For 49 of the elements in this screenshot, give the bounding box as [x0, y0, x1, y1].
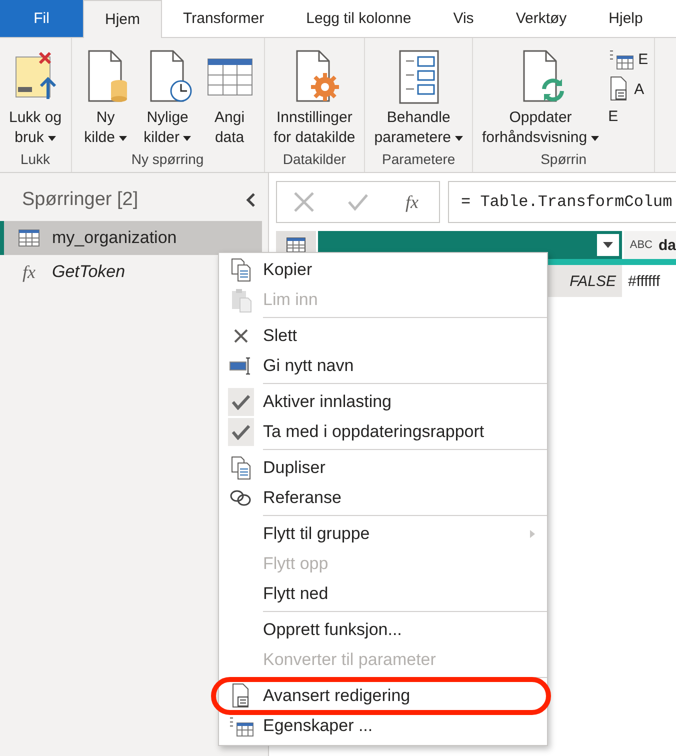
paste-icon [230, 287, 252, 313]
menu-item[interactable]: Slett [219, 321, 547, 351]
table-cell-text: #ffffff [627, 272, 661, 292]
ribbon-small-button[interactable]: E [608, 48, 648, 70]
menu-item[interactable]: Flytt til gruppe [219, 519, 547, 549]
ribbon-small-button[interactable]: A [608, 76, 648, 102]
ribbon-small-button[interactable]: E [608, 108, 648, 125]
file-tab[interactable]: Fil [0, 0, 83, 37]
group-label: Lukk [19, 150, 52, 169]
ribbon-tab[interactable]: Hjem [83, 0, 162, 38]
copy-icon [230, 456, 252, 480]
ribbon-button[interactable]: Ny kilde [78, 42, 134, 148]
ribbon-button[interactable]: Nylige kilder [140, 42, 196, 148]
menu-item[interactable]: Flytt ned [219, 579, 547, 609]
link-icon [229, 488, 253, 508]
menu-item[interactable]: Opprett funksjon... [219, 615, 547, 645]
copy-icon [230, 258, 252, 282]
filter-dropdown[interactable] [596, 234, 619, 256]
rename-icon [229, 357, 253, 375]
group-label: Datakilder [282, 150, 347, 169]
function-icon: fx [18, 262, 40, 282]
menu-item[interactable]: Gi nytt navn [219, 351, 547, 381]
group-label: Parametere [381, 150, 456, 169]
table-icon[interactable] [286, 237, 306, 253]
menu-item[interactable]: Dupliser [219, 453, 547, 483]
delete-icon [233, 328, 249, 344]
ribbon-button[interactable]: Behandle parametere [371, 42, 466, 148]
collapse-icon[interactable] [246, 192, 256, 208]
table-icon [18, 229, 40, 247]
query-item[interactable]: my_organization [0, 221, 262, 255]
pane-title: Spørringer [2] [22, 189, 138, 211]
menu-item[interactable]: Referanse [219, 483, 547, 513]
ribbon-button[interactable]: Lukk og bruk [6, 42, 65, 148]
type-icon: ABC [630, 239, 652, 251]
formula-field[interactable]: = Table.TransformColum [448, 181, 676, 223]
group-label: Spørrin [540, 150, 588, 169]
ribbon-button[interactable]: Oppdater forhåndsvisning [478, 42, 602, 148]
menu-item[interactable]: Ta med i oppdateringsrapport [219, 417, 547, 447]
properties-icon [608, 48, 634, 70]
menu-item[interactable]: Aktiver innlasting [219, 387, 547, 417]
menu-item[interactable]: Avansert redigering [219, 681, 547, 711]
insert-function-button[interactable]: fx [401, 192, 423, 212]
column-header[interactable]: ABC da [624, 231, 676, 259]
menu-item[interactable]: Egenskaper ... [219, 711, 547, 741]
group-label: Ny spørring [130, 150, 205, 169]
ribbon-button[interactable]: Innstillinger for datakilde [270, 42, 358, 148]
properties-icon [228, 715, 254, 737]
caret-icon [602, 242, 613, 248]
ribbon-button[interactable]: Angi data [202, 42, 258, 148]
